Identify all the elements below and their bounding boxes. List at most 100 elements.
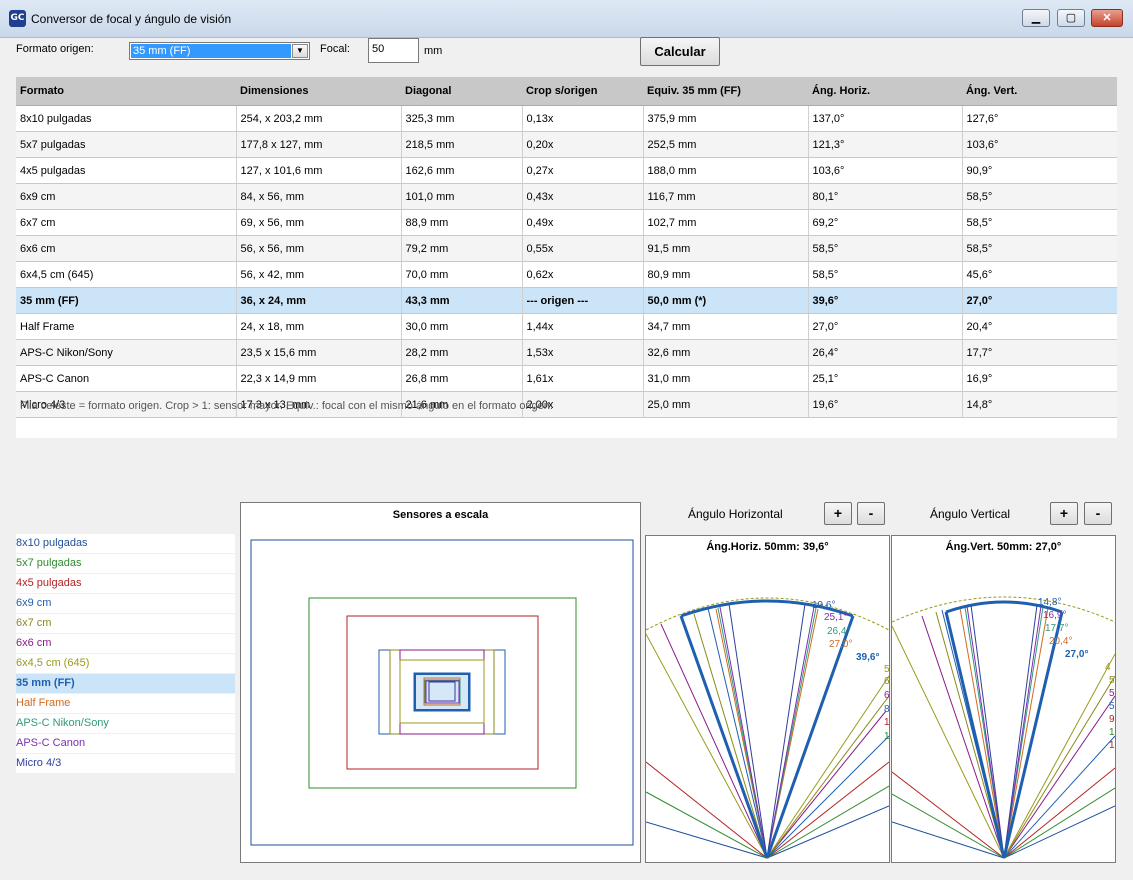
table-cell: 36, x 24, mm [236,287,402,314]
table-row[interactable]: Half Frame 24, x 18, mm 30,0 mm 1,44x 34,7 m… [16,313,1117,340]
column-header[interactable]: Dimensiones [236,77,401,106]
table-cell: 56, x 42, mm [236,261,402,288]
table-row[interactable]: APS-C Canon 22,3 x 14,9 mm 26,8 mm 1,61x 31,… [16,365,1117,392]
format-origin-select[interactable]: 35 mm (FF) ▼ [129,42,310,60]
table-cell: 79,2 mm [401,235,523,262]
angle-h-edge-label-2: 6 [884,676,889,687]
angle-h-label-nikon: 26,4° [827,626,850,637]
table-cell: 1,61x [522,365,644,392]
table-row[interactable]: 5x7 pulgadas 177,8 x 127, mm 218,5 mm 0,20x… [16,131,1117,158]
table-row[interactable]: 6x9 cm 84, x 56, mm 101,0 mm 0,43x 116,7 mm 8… [16,183,1117,210]
table-cell: 121,3° [808,131,963,158]
column-header[interactable]: Áng. Vert. [962,77,1117,106]
legend-item[interactable]: 5x7 pulgadas [16,554,235,574]
table-cell: 58,5° [962,183,1117,210]
table-row[interactable]: 35 mm (FF) 36, x 24, mm 43,3 mm --- origen … [16,287,1117,314]
minimize-button[interactable]: ▁ [1022,9,1050,27]
angle-v-zoom-in-button[interactable]: + [1050,502,1078,525]
results-table: Formato Dimensiones Diagonal Crop s/origen E… [16,77,1117,418]
angle-h-edge-label-3: 6 [884,690,889,701]
maximize-button[interactable]: ▢ [1057,9,1085,27]
angle-v-zoom-out-button[interactable]: - [1084,502,1112,525]
table-cell: 177,8 x 127, mm [236,131,402,158]
angle-h-edge-label-6: 1 [884,731,889,742]
table-cell: 0,43x [522,183,644,210]
table-cell: 101,0 mm [401,183,523,210]
close-button[interactable]: ✕ [1091,9,1123,27]
legend-item[interactable]: 6x7 cm [16,614,235,634]
table-cell: 27,0° [808,313,963,340]
angle-v-edge-label-6: 1 [1109,727,1115,738]
table-cell: 20,4° [962,313,1117,340]
table-cell: 254, x 203,2 mm [236,105,402,132]
legend-item[interactable]: 35 mm (FF) [16,674,235,694]
chevron-down-icon[interactable]: ▼ [292,44,308,58]
table-row[interactable]: 4x5 pulgadas 127, x 101,6 mm 162,6 mm 0,27x… [16,157,1117,184]
table-cell: 0,27x [522,157,644,184]
angle-v-fan-diagram: 14,8° 16,9° 17,7° 20,4° 27,0° 4 5 5 5 9 … [892,596,1115,859]
legend-item[interactable]: APS-C Nikon/Sony [16,714,235,734]
table-row[interactable]: 8x10 pulgadas 254, x 203,2 mm 325,3 mm 0,13… [16,105,1117,132]
table-cell: 50,0 mm (*) [643,287,809,314]
table-row[interactable]: 6x6 cm 56, x 56, mm 79,2 mm 0,55x 91,5 mm 58,… [16,235,1117,262]
title-bar: GC Conversor de focal y ángulo de visión… [0,0,1133,38]
legend-item[interactable]: APS-C Canon [16,734,235,754]
table-cell: 218,5 mm [401,131,523,158]
table-cell: 16,9° [962,365,1117,392]
table-cell: 17,7° [962,339,1117,366]
app-icon: GC [9,10,26,27]
format-legend-list: 8x10 pulgadas 5x7 pulgadas 4x5 pulgadas 6x9… [16,534,235,774]
table-cell: 25,0 mm [643,391,809,418]
column-header[interactable]: Crop s/origen [522,77,643,106]
angle-h-zoom-out-button[interactable]: - [857,502,885,525]
table-cell: 6x7 cm [16,209,237,236]
table-cell: 0,13x [522,105,644,132]
table-cell: 102,7 mm [643,209,809,236]
table-cell: 127,6° [962,105,1117,132]
table-cell: 80,1° [808,183,963,210]
angle-h-fan-diagram: 19,6° 25,1° 26,4° 27,0° 39,6° 5 6 6 8 1 … [646,597,889,859]
angle-horizontal-header: Ángulo Horizontal [688,507,783,521]
table-cell: 28,2 mm [401,339,523,366]
angle-v-edge-label-7: 1 [1109,740,1115,751]
table-cell: 58,5° [962,209,1117,236]
table-cell: 25,1° [808,365,963,392]
focal-input[interactable]: 50 [368,38,419,63]
legend-item[interactable]: 8x10 pulgadas [16,534,235,554]
legend-item[interactable]: Half Frame [16,694,235,714]
calculate-button[interactable]: Calcular [640,37,720,66]
legend-item[interactable]: 4x5 pulgadas [16,574,235,594]
column-header[interactable]: Equiv. 35 mm (FF) [643,77,808,106]
table-cell: 90,9° [962,157,1117,184]
column-header[interactable]: Áng. Horiz. [808,77,962,106]
table-cell: 69,2° [808,209,963,236]
angle-h-zoom-in-button[interactable]: + [824,502,852,525]
angle-h-edge-label-1: 5 [884,664,889,675]
table-cell: 6x6 cm [16,235,237,262]
legend-item[interactable]: 6x6 cm [16,634,235,654]
table-cell: 162,6 mm [401,157,523,184]
table-row[interactable]: 6x7 cm 69, x 56, mm 88,9 mm 0,49x 102,7 mm 69… [16,209,1117,236]
table-row[interactable]: 6x4,5 cm (645) 56, x 42, mm 70,0 mm 0,62x 80… [16,261,1117,288]
table-cell: 69, x 56, mm [236,209,402,236]
column-header[interactable]: Diagonal [401,77,522,106]
angle-h-label-canon: 25,1° [824,612,847,623]
table-cell: Half Frame [16,313,237,340]
angle-v-edge-label-2: 5 [1109,675,1115,686]
format-origin-selected-value: 35 mm (FF) [131,44,291,58]
results-table-panel: Formato Dimensiones Diagonal Crop s/origen E… [16,77,1117,438]
legend-item[interactable]: 6x4,5 cm (645) [16,654,235,674]
angle-v-label-m43: 14,8° [1038,597,1061,608]
table-cell: 56, x 56, mm [236,235,402,262]
legend-item[interactable]: Micro 4/3 [16,754,235,774]
angle-v-label-half: 20,4° [1049,636,1072,647]
table-cell: 45,6° [962,261,1117,288]
table-row[interactable]: APS-C Nikon/Sony 23,5 x 15,6 mm 28,2 mm 1,5… [16,339,1117,366]
focal-label: Focal: [320,43,350,55]
table-cell: 8x10 pulgadas [16,105,237,132]
column-header[interactable]: Formato [16,77,236,106]
table-cell: 39,6° [808,287,963,314]
maximize-icon: ▢ [1065,12,1077,24]
angle-v-edge-label-1: 4 [1105,662,1111,673]
legend-item[interactable]: 6x9 cm [16,594,235,614]
